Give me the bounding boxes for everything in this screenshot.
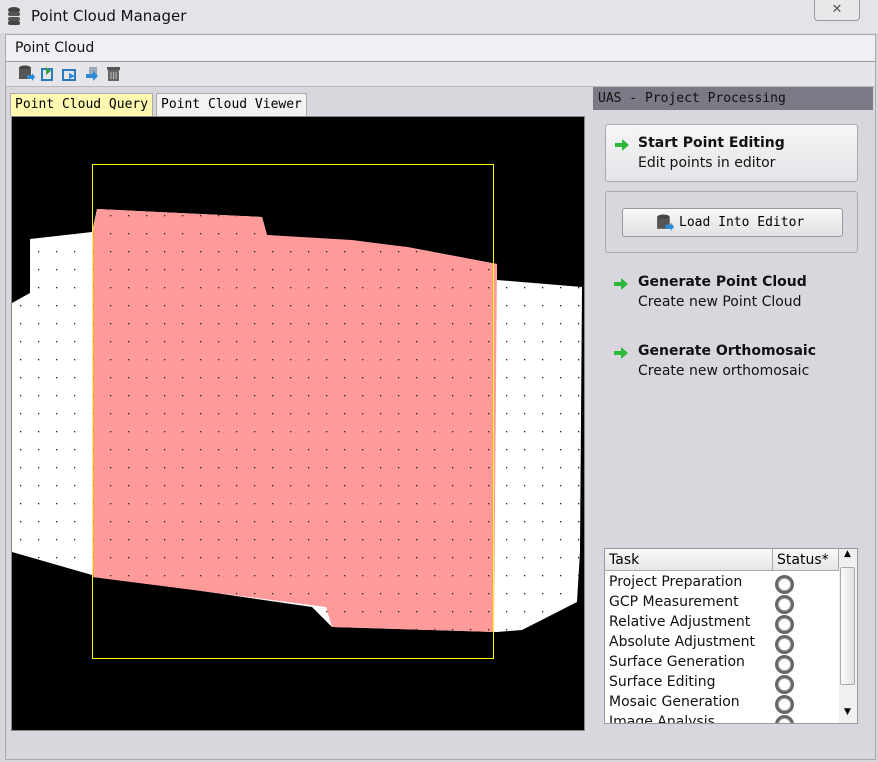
status-ring-icon (775, 575, 794, 594)
status-ring-icon (775, 615, 794, 634)
task-scrollbar[interactable]: ▲ ▼ (839, 548, 858, 724)
task-row[interactable]: Project Preparation (605, 574, 839, 594)
task-name: Mosaic Generation (609, 694, 740, 710)
status-ring-icon (775, 595, 794, 614)
task-row[interactable]: Relative Adjustment (605, 614, 839, 634)
task-row[interactable]: Surface Editing (605, 674, 839, 694)
tab-point-cloud-viewer[interactable]: Point Cloud Viewer (156, 93, 307, 116)
task-name: Surface Editing (609, 674, 716, 690)
window-title: Point Cloud Manager (31, 7, 187, 25)
generate-orthomosaic-link[interactable]: Generate Orthomosaic Create new orthomos… (600, 341, 850, 385)
scroll-down-icon[interactable]: ▼ (844, 707, 851, 717)
generate-cloud-title: Generate Point Cloud (638, 274, 807, 290)
load-into-editor-label: Load Into Editor (679, 215, 805, 230)
status-ring-icon (775, 635, 794, 654)
task-table: Task Status* Project Preparation GCP Meas… (604, 548, 840, 724)
import-icon[interactable] (40, 65, 57, 82)
start-point-editing-button[interactable]: Start Point Editing Edit points in edito… (605, 124, 858, 182)
selection-dots (92, 209, 497, 632)
transfer-icon[interactable] (84, 65, 101, 82)
menu-bar: Point Cloud (6, 35, 875, 62)
toolbar (6, 62, 875, 87)
load-into-editor-button[interactable]: Load Into Editor (622, 208, 843, 237)
status-ring-icon (775, 655, 794, 674)
task-name: Relative Adjustment (609, 614, 751, 630)
task-name: Absolute Adjustment (609, 634, 756, 650)
task-row[interactable]: GCP Measurement (605, 594, 839, 614)
column-header-status[interactable]: Status* (773, 549, 839, 571)
status-ring-icon (775, 675, 794, 694)
task-name: GCP Measurement (609, 594, 739, 610)
generate-ortho-subtitle: Create new orthomosaic (638, 363, 810, 379)
task-name: Image Analysis (609, 714, 715, 724)
column-header-task[interactable]: Task (605, 549, 773, 571)
task-name: Project Preparation (609, 574, 743, 590)
task-row[interactable]: Image Analysis (605, 714, 839, 724)
status-ring-icon (775, 695, 794, 714)
task-row[interactable]: Surface Generation (605, 654, 839, 674)
task-row[interactable]: Mosaic Generation (605, 694, 839, 714)
export-icon[interactable] (61, 65, 78, 82)
panel-header: UAS - Project Processing (593, 87, 873, 110)
green-arrow-icon (615, 139, 629, 151)
load-database-icon (657, 214, 674, 231)
scroll-thumb[interactable] (840, 567, 855, 685)
start-editing-title: Start Point Editing (638, 135, 785, 151)
generate-cloud-subtitle: Create new Point Cloud (638, 294, 802, 310)
scroll-up-icon[interactable]: ▲ (844, 549, 851, 559)
task-row[interactable]: Absolute Adjustment (605, 634, 839, 654)
green-arrow-icon (614, 347, 628, 359)
generate-point-cloud-link[interactable]: Generate Point Cloud Create new Point Cl… (600, 272, 850, 316)
title-bar: Point Cloud Manager ✕ (0, 0, 878, 33)
status-ring-icon (775, 715, 794, 723)
close-button[interactable]: ✕ (814, 0, 860, 21)
generate-ortho-title: Generate Orthomosaic (638, 343, 817, 359)
start-editing-subtitle: Edit points in editor (638, 155, 776, 171)
menu-title[interactable]: Point Cloud (15, 40, 94, 56)
load-editor-group: Load Into Editor (605, 191, 858, 253)
task-name: Surface Generation (609, 654, 745, 670)
point-cloud-viewport[interactable] (11, 116, 585, 731)
trash-icon[interactable] (105, 65, 122, 82)
point-cloud-canvas[interactable] (12, 117, 584, 730)
load-database-icon[interactable] (18, 65, 35, 82)
green-arrow-icon (614, 278, 628, 290)
tab-point-cloud-query[interactable]: Point Cloud Query (10, 93, 154, 116)
database-icon (8, 7, 20, 25)
